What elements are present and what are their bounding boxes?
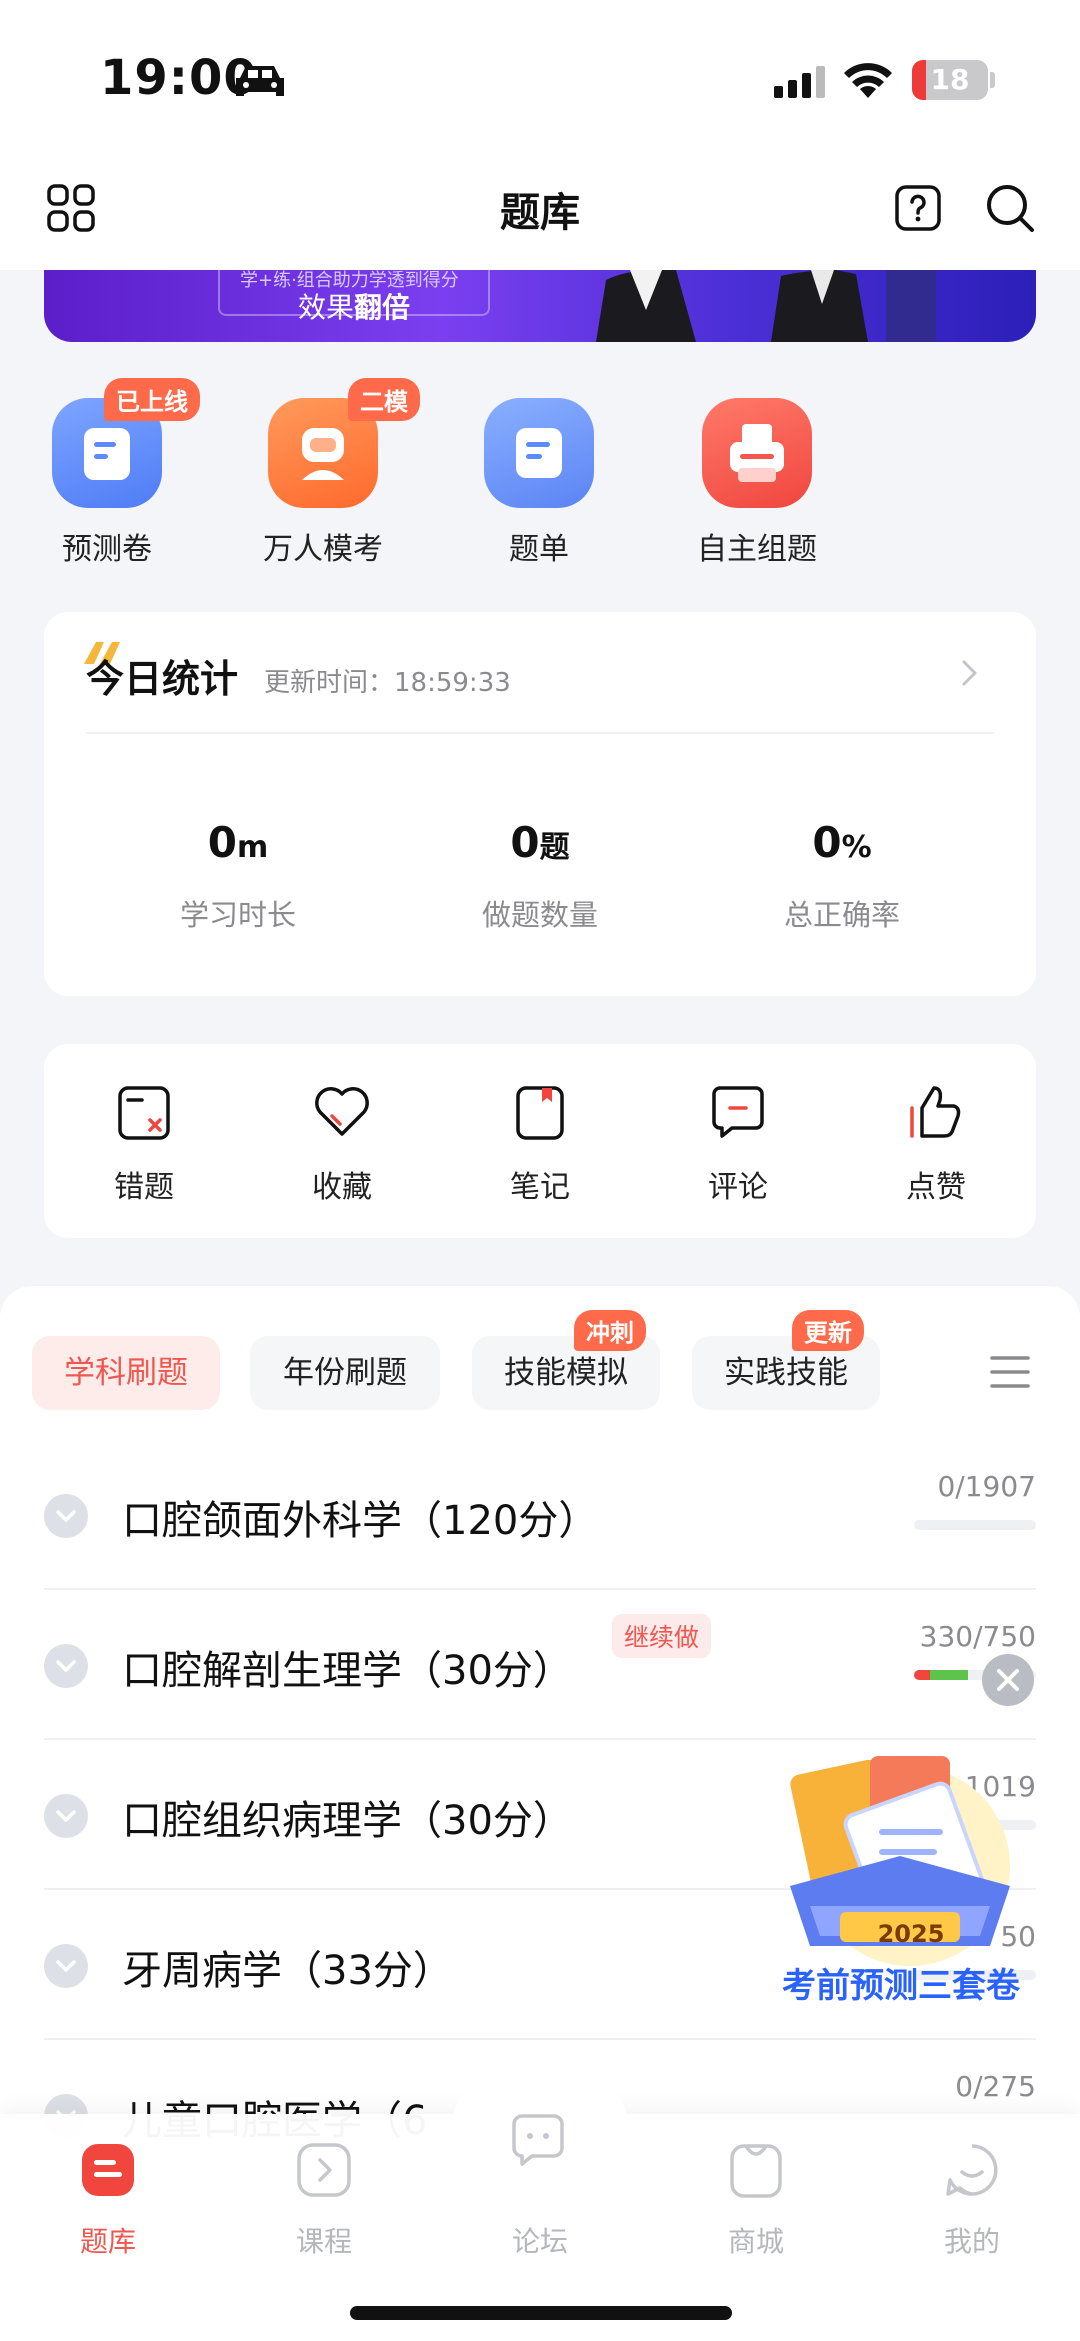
battery-tip xyxy=(990,72,995,88)
tool-comments[interactable]: 评论 xyxy=(653,1162,823,1206)
promo-year: 2025 xyxy=(877,1920,945,1948)
continue-badge[interactable]: 继续做 xyxy=(612,1614,712,1658)
cellular-signal-icon xyxy=(774,66,825,98)
nav-label: 课程 xyxy=(295,2225,352,2258)
tool-label: 评论 xyxy=(708,1170,768,1205)
note-icon[interactable] xyxy=(508,1080,572,1144)
subject-progress-fill xyxy=(914,1670,968,1680)
battery-indicator: 18 xyxy=(912,60,988,100)
subject-title: 牙周病学（33分） xyxy=(122,1948,453,1994)
home-indicator xyxy=(350,2306,732,2320)
forum-icon[interactable] xyxy=(508,2110,568,2170)
stat-number: 0 xyxy=(510,818,540,867)
chevron-down-icon[interactable] xyxy=(44,1944,88,1988)
stat-accuracy-value: 0% xyxy=(692,818,992,867)
tool-notes[interactable]: 笔记 xyxy=(455,1162,625,1206)
subject-progress-text: 330/750 xyxy=(919,1620,1036,1653)
entry-badge: 二模 xyxy=(348,378,420,421)
battery-level-text: 18 xyxy=(930,63,970,96)
help-icon[interactable] xyxy=(894,184,942,232)
nav-store[interactable]: 商城 xyxy=(676,2220,836,2260)
search-icon[interactable] xyxy=(984,182,1036,234)
wrong-question-icon[interactable] xyxy=(112,1080,176,1144)
banner-people-image xyxy=(596,270,936,342)
chevron-down-icon[interactable] xyxy=(44,1644,88,1688)
tool-label: 点赞 xyxy=(906,1170,966,1205)
entry-custom-quiz[interactable]: 自主组题 xyxy=(672,524,842,568)
stat-question-count-value: 0题 xyxy=(390,818,690,867)
printer-icon[interactable] xyxy=(702,398,812,508)
stat-study-time-value: 0m xyxy=(88,818,388,867)
nav-label: 商城 xyxy=(727,2225,784,2258)
question-bank-icon[interactable] xyxy=(78,2140,138,2200)
wifi-icon xyxy=(844,63,892,98)
tool-label: 收藏 xyxy=(312,1170,372,1205)
store-icon[interactable] xyxy=(726,2140,786,2200)
nav-label: 我的 xyxy=(943,2225,1000,2258)
nav-label: 题库 xyxy=(79,2225,136,2258)
tool-likes[interactable]: 点赞 xyxy=(851,1162,1021,1206)
chevron-down-icon[interactable] xyxy=(44,1494,88,1538)
banner-headline-emphasis: 翻倍 xyxy=(354,291,411,324)
subject-row[interactable]: 口腔解剖生理学（30分） 330/750 xyxy=(44,1590,1036,1740)
nav-profile[interactable]: 我的 xyxy=(892,2220,1052,2260)
chevron-down-icon[interactable] xyxy=(44,1794,88,1838)
profile-icon[interactable] xyxy=(942,2140,1002,2200)
car-icon xyxy=(236,66,284,96)
tab-year-practice[interactable]: 年份刷题 xyxy=(250,1336,440,1410)
nav-courses[interactable]: 课程 xyxy=(244,2220,404,2260)
tool-label: 错题 xyxy=(114,1170,174,1205)
subject-title: 口腔颌面外科学（120分） xyxy=(122,1498,599,1544)
entry-badge: 已上线 xyxy=(104,378,200,421)
entry-mock-exam[interactable]: 万人模考 xyxy=(238,524,408,568)
entry-prediction-paper[interactable]: 预测卷 xyxy=(22,524,192,568)
stat-unit: % xyxy=(841,830,872,865)
nav-question-bank[interactable]: 题库 xyxy=(28,2220,188,2260)
close-icon[interactable] xyxy=(982,1654,1034,1706)
stat-unit: 题 xyxy=(539,830,570,865)
subject-title: 口腔组织病理学（30分） xyxy=(122,1798,573,1844)
subject-progress-text: 0/1907 xyxy=(937,1470,1036,1503)
subject-progress-text: 0/275 xyxy=(955,2070,1036,2103)
subject-title: 口腔解剖生理学（30分） xyxy=(122,1648,573,1694)
stat-number: 0 xyxy=(207,818,237,867)
stats-title: 今日统计 xyxy=(86,657,239,701)
course-icon[interactable] xyxy=(294,2140,354,2200)
stat-unit: m xyxy=(236,830,269,865)
tab-subject-practice[interactable]: 学科刷题 xyxy=(32,1336,220,1410)
list-icon[interactable] xyxy=(484,398,594,508)
menu-icon[interactable] xyxy=(990,1352,1030,1392)
stats-divider xyxy=(86,732,994,734)
subject-progress-bar xyxy=(914,1520,1036,1530)
heart-icon[interactable] xyxy=(310,1080,374,1144)
nav-label: 论坛 xyxy=(511,2225,568,2258)
tool-favorites[interactable]: 收藏 xyxy=(257,1162,427,1206)
banner-headline-prefix: 效果 xyxy=(297,291,354,324)
stat-study-time-label: 学习时长 xyxy=(179,898,296,932)
stat-question-count-label: 做题数量 xyxy=(481,898,598,932)
promo-title[interactable]: 考前预测三套卷 xyxy=(770,1958,1032,2007)
tab-badge: 冲刺 xyxy=(574,1310,646,1351)
nav-forum[interactable]: 论坛 xyxy=(460,2220,620,2260)
entry-label: 自主组题 xyxy=(697,532,817,567)
entry-label: 万人模考 xyxy=(263,532,383,567)
thumbs-up-icon[interactable] xyxy=(904,1080,968,1144)
entry-question-list[interactable]: 题单 xyxy=(454,524,624,568)
comment-icon[interactable] xyxy=(706,1080,770,1144)
banner-headline: 效果翻倍 xyxy=(218,286,490,326)
stat-number: 0 xyxy=(812,818,842,867)
chevron-right-icon[interactable] xyxy=(956,656,982,690)
tool-wrong-questions[interactable]: 错题 xyxy=(59,1162,229,1206)
subject-row[interactable]: 口腔颌面外科学（120分） 0/1907 xyxy=(44,1440,1036,1590)
stat-accuracy-label: 总正确率 xyxy=(783,898,900,932)
tool-label: 笔记 xyxy=(510,1170,570,1205)
stats-updated-time: 更新时间：18:59:33 xyxy=(264,668,511,698)
entry-label: 题单 xyxy=(509,532,569,567)
tab-badge: 更新 xyxy=(792,1310,864,1351)
tabs-fade xyxy=(940,1330,984,1420)
entry-label: 预测卷 xyxy=(62,532,152,567)
